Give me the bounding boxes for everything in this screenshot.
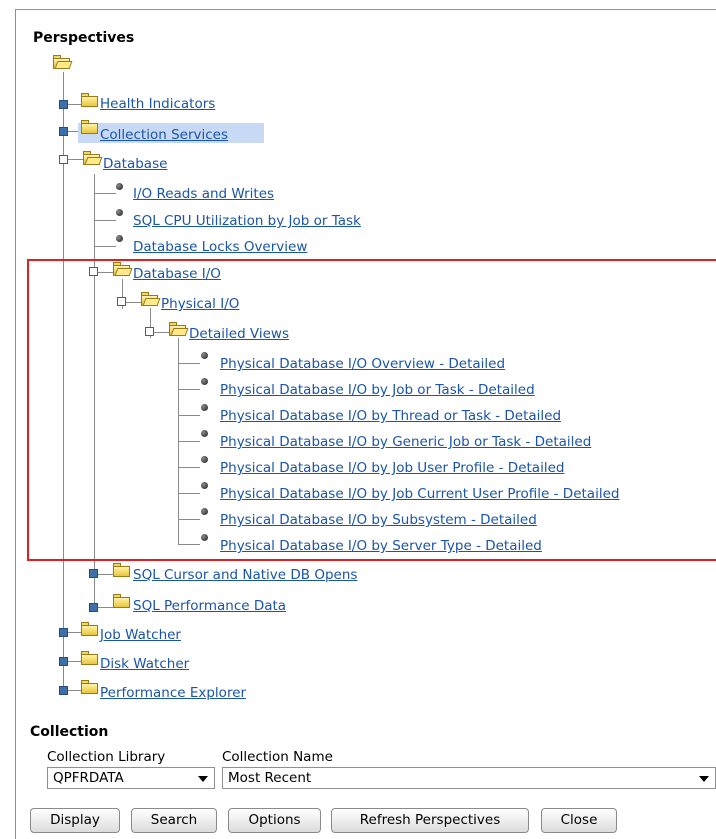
collection-library-label: Collection Library <box>47 749 166 765</box>
folder-icon <box>81 622 99 636</box>
collection-library-select[interactable]: QPFRDATA <box>47 767 215 789</box>
folder-icon <box>113 563 131 577</box>
report-bullet-icon <box>201 482 208 489</box>
tree-item-label[interactable]: Database I/O <box>133 266 221 282</box>
open-folder-icon <box>83 151 103 165</box>
report-bullet-icon <box>116 235 123 242</box>
expand-toggle-icon[interactable] <box>59 127 68 136</box>
tree-item-label[interactable]: Physical Database I/O by Server Type - D… <box>220 538 542 554</box>
collection-heading: Collection <box>30 724 109 740</box>
search-button[interactable]: Search <box>131 808 217 833</box>
root-folder-icon[interactable] <box>53 55 73 69</box>
report-bullet-icon <box>116 209 123 216</box>
collapse-toggle-icon[interactable] <box>145 327 154 336</box>
folder-icon <box>81 651 99 665</box>
report-bullet-icon <box>201 508 208 515</box>
tree-item-label[interactable]: Detailed Views <box>189 326 289 342</box>
tree-item-label[interactable]: Physical Database I/O by Job or Task - D… <box>220 382 535 398</box>
open-folder-icon <box>113 262 133 276</box>
tree-item-label[interactable]: Physical Database I/O by Job Current Use… <box>220 486 619 502</box>
expand-toggle-icon[interactable] <box>89 569 98 578</box>
expand-toggle-icon[interactable] <box>59 100 68 109</box>
perspectives-heading: Perspectives <box>33 30 135 46</box>
expand-toggle-icon[interactable] <box>59 686 68 695</box>
options-button[interactable]: Options <box>228 808 321 833</box>
close-button[interactable]: Close <box>541 808 617 833</box>
expand-toggle-icon[interactable] <box>89 603 98 612</box>
tree-item-label[interactable]: SQL Cursor and Native DB Opens <box>133 567 357 583</box>
open-folder-icon <box>141 292 161 306</box>
tree-item-label[interactable]: SQL CPU Utilization by Job or Task <box>133 213 361 229</box>
tree-item-collection-services-selected[interactable]: Collection Services <box>78 123 264 143</box>
tree-item-label[interactable]: SQL Performance Data <box>133 598 286 614</box>
tree-item-label[interactable]: Job Watcher <box>100 627 181 643</box>
collection-name-select[interactable]: Most Recent <box>222 767 716 789</box>
report-bullet-icon <box>201 378 208 385</box>
tree-item-label[interactable]: Physical I/O <box>161 296 239 312</box>
collection-library-value: QPFRDATA <box>53 770 124 786</box>
display-button[interactable]: Display <box>30 808 120 833</box>
tree-item-label[interactable]: Collection Services <box>100 127 228 143</box>
report-bullet-icon <box>116 183 123 190</box>
report-bullet-icon <box>201 430 208 437</box>
tree-item-label[interactable]: Physical Database I/O by Subsystem - Det… <box>220 512 537 528</box>
expand-toggle-icon[interactable] <box>59 657 68 666</box>
report-bullet-icon <box>201 404 208 411</box>
refresh-perspectives-button[interactable]: Refresh Perspectives <box>331 808 529 833</box>
folder-icon <box>113 594 131 608</box>
tree-item-label[interactable]: I/O Reads and Writes <box>133 186 274 202</box>
folder-icon <box>81 93 99 107</box>
collapse-toggle-icon[interactable] <box>59 155 68 164</box>
tree-item-label[interactable]: Database <box>103 156 167 172</box>
tree-item-label[interactable]: Performance Explorer <box>100 685 246 701</box>
tree-item-label[interactable]: Physical Database I/O by Thread or Task … <box>220 408 561 424</box>
collection-name-value: Most Recent <box>228 770 312 786</box>
tree-item-label[interactable]: Disk Watcher <box>100 656 189 672</box>
report-bullet-icon <box>201 456 208 463</box>
tree-item-label[interactable]: Health Indicators <box>100 96 215 112</box>
tree-item-label[interactable]: Database Locks Overview <box>133 239 307 255</box>
open-folder-icon <box>169 322 189 336</box>
chevron-down-icon <box>198 776 208 782</box>
folder-icon <box>81 680 99 694</box>
collapse-toggle-icon[interactable] <box>117 297 126 306</box>
collection-name-label: Collection Name <box>222 749 333 765</box>
chevron-down-icon <box>699 776 709 782</box>
tree-item-label[interactable]: Physical Database I/O by Generic Job or … <box>220 434 591 450</box>
expand-toggle-icon[interactable] <box>59 628 68 637</box>
report-bullet-icon <box>201 534 208 541</box>
collapse-toggle-icon[interactable] <box>89 267 98 276</box>
tree-item-label[interactable]: Physical Database I/O by Job User Profil… <box>220 460 564 476</box>
folder-icon <box>81 120 99 134</box>
tree-item-label[interactable]: Physical Database I/O Overview - Detaile… <box>220 356 505 372</box>
report-bullet-icon <box>201 352 208 359</box>
